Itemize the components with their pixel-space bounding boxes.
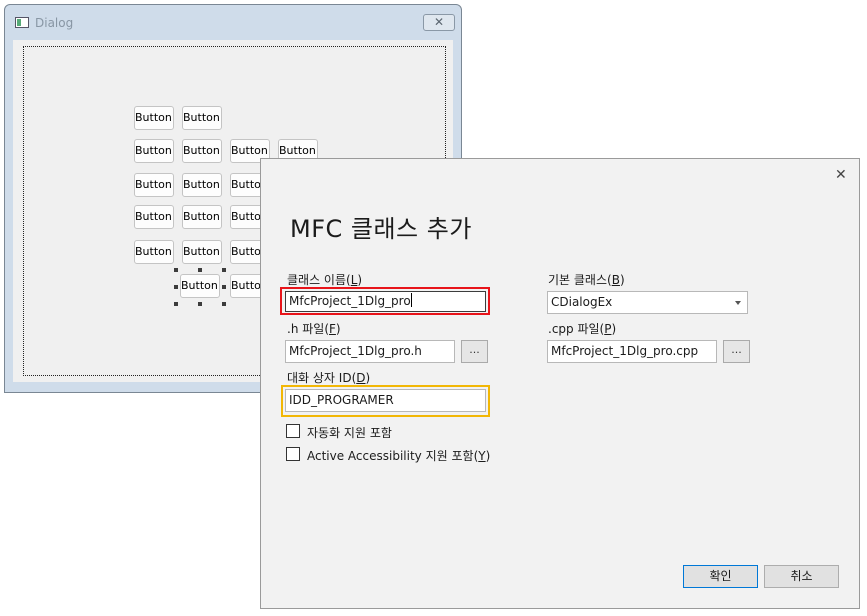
class-name-input[interactable]: MfcProject_1Dlg_pro bbox=[285, 291, 486, 312]
designer-button[interactable]: Button1 bbox=[182, 139, 222, 163]
designer-dialog-titlebar: Dialog ✕ bbox=[5, 5, 461, 41]
accessibility-checkbox-label[interactable]: Active Accessibility 지원 포함(Y) bbox=[307, 447, 490, 464]
h-file-input[interactable]: MfcProject_1Dlg_pro.h bbox=[285, 340, 455, 363]
automation-checkbox[interactable] bbox=[286, 424, 300, 438]
dialog-id-input[interactable]: IDD_PROGRAMER bbox=[285, 389, 486, 412]
base-class-label: 기본 클래스(B) bbox=[548, 273, 625, 287]
designer-button[interactable]: Button1 bbox=[134, 106, 174, 130]
designer-button[interactable]: Button1 bbox=[134, 139, 174, 163]
designer-button[interactable]: Button1 bbox=[182, 240, 222, 264]
add-mfc-class-dialog: ✕ MFC 클래스 추가 클래스 이름(L) MfcProject_1Dlg_p… bbox=[260, 158, 860, 609]
selection-handle[interactable] bbox=[174, 302, 178, 306]
close-icon[interactable]: ✕ bbox=[835, 167, 847, 183]
dialog-title: MFC 클래스 추가 bbox=[290, 215, 472, 243]
designer-close-button[interactable]: ✕ bbox=[423, 14, 455, 31]
accessibility-checkbox[interactable] bbox=[286, 447, 300, 461]
cpp-file-input[interactable]: MfcProject_1Dlg_pro.cpp bbox=[547, 340, 717, 363]
ok-button[interactable]: 확인 bbox=[683, 565, 758, 588]
designer-button[interactable]: Button1 bbox=[134, 173, 174, 197]
designer-button[interactable]: Button1 bbox=[134, 205, 174, 229]
designer-button[interactable]: Button1 bbox=[182, 173, 222, 197]
automation-checkbox-label[interactable]: 자동화 지원 포함 bbox=[307, 424, 392, 441]
designer-button[interactable]: Button1 bbox=[182, 106, 222, 130]
designer-dialog-title: Dialog bbox=[35, 16, 74, 30]
class-name-label: 클래스 이름(L) bbox=[287, 273, 363, 287]
cpp-file-browse-button[interactable]: ... bbox=[723, 340, 750, 363]
selection-handle[interactable] bbox=[198, 268, 202, 272]
cpp-file-label: .cpp 파일(P) bbox=[548, 322, 617, 336]
cancel-button[interactable]: 취소 bbox=[764, 565, 839, 588]
designer-button[interactable]: Button1 bbox=[182, 205, 222, 229]
selection-handle[interactable] bbox=[222, 302, 226, 306]
designer-button-selected[interactable]: Button1 bbox=[180, 274, 220, 298]
selection-handle[interactable] bbox=[222, 285, 226, 289]
selection-handle[interactable] bbox=[174, 285, 178, 289]
selection-handle[interactable] bbox=[198, 302, 202, 306]
chevron-down-icon bbox=[735, 301, 741, 305]
selection-handle[interactable] bbox=[174, 268, 178, 272]
dialog-window-icon bbox=[15, 17, 29, 28]
h-file-browse-button[interactable]: ... bbox=[461, 340, 488, 363]
h-file-label: .h 파일(F) bbox=[287, 322, 341, 336]
selection-handle[interactable] bbox=[222, 268, 226, 272]
designer-button[interactable]: Button1 bbox=[134, 240, 174, 264]
dialog-id-label: 대화 상자 ID(D) bbox=[287, 371, 371, 385]
base-class-select[interactable]: CDialogEx bbox=[547, 291, 748, 314]
